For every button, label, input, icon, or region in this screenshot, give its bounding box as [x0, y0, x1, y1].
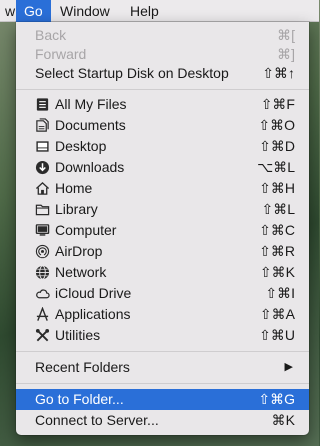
desktop-icon — [34, 139, 50, 154]
menu-item-shortcut: ⇧⌘A — [259, 306, 295, 322]
menu-item-applications[interactable]: Applications ⇧⌘A — [16, 304, 309, 325]
menu-item-label: Home — [55, 180, 93, 196]
menu-item-label: Connect to Server... — [35, 412, 159, 428]
menu-item-downloads[interactable]: Downloads ⌥⌘L — [16, 157, 309, 178]
menu-item-shortcut: ⇧⌘↑ — [262, 65, 295, 81]
home-icon — [34, 181, 50, 196]
documents-icon — [34, 118, 50, 133]
menu-item-label: Desktop — [55, 138, 107, 154]
menu-item-go-to-folder[interactable]: Go to Folder... ⇧⌘G — [16, 389, 309, 410]
menu-item-shortcut: ⌘] — [277, 46, 295, 62]
menu-item-label: Utilities — [55, 327, 101, 343]
menu-item-label: Network — [55, 264, 107, 280]
go-menu: Back ⌘[ Forward ⌘] Select Startup Disk o… — [16, 22, 309, 435]
menu-separator — [16, 89, 309, 90]
icloud-icon — [34, 286, 50, 301]
menu-item-label: Computer — [55, 222, 117, 238]
menu-item-network[interactable]: Network ⇧⌘K — [16, 262, 309, 283]
menu-item-shortcut: ⇧⌘O — [258, 117, 295, 133]
menu-item-shortcut: ⇧⌘R — [259, 243, 295, 259]
airdrop-icon — [34, 244, 50, 259]
menu-item-utilities[interactable]: Utilities ⇧⌘U — [16, 325, 309, 346]
menu-item-label: Recent Folders — [35, 359, 130, 375]
folder-icon — [34, 202, 50, 217]
menu-separator — [16, 351, 309, 352]
menu-item-shortcut: ⌥⌘L — [257, 159, 295, 175]
menu-item-shortcut: ⇧⌘U — [259, 327, 295, 343]
menu-item-forward: Forward ⌘] — [16, 44, 309, 65]
menu-item-home[interactable]: Home ⇧⌘H — [16, 178, 309, 199]
network-icon — [34, 265, 50, 280]
menu-item-shortcut: ⇧⌘D — [259, 138, 295, 154]
menu-bar-item-go[interactable]: Go — [16, 0, 51, 22]
menu-item-shortcut: ⇧⌘H — [259, 180, 295, 196]
submenu-arrow-icon: ▶ — [284, 361, 293, 373]
menu-item-recent-folders[interactable]: Recent Folders ▶ — [16, 357, 309, 378]
menu-item-select-startup-disk[interactable]: Select Startup Disk on Desktop ⇧⌘↑ — [16, 63, 309, 84]
menu-item-shortcut: ⇧⌘L — [261, 201, 295, 217]
menu-item-shortcut: ⌘K — [271, 412, 295, 428]
menu-bar-item-help[interactable]: Help — [122, 0, 167, 22]
menu-item-library[interactable]: Library ⇧⌘L — [16, 199, 309, 220]
menu-item-desktop[interactable]: Desktop ⇧⌘D — [16, 136, 309, 157]
menu-item-all-my-files[interactable]: All My Files ⇧⌘F — [16, 94, 309, 115]
menu-item-shortcut: ⇧⌘C — [259, 222, 295, 238]
menu-item-documents[interactable]: Documents ⇧⌘O — [16, 115, 309, 136]
applications-icon — [34, 307, 50, 322]
menu-bar-item-window[interactable]: Window — [52, 0, 118, 22]
menu-item-label: Go to Folder... — [35, 391, 124, 407]
menu-item-computer[interactable]: Computer ⇧⌘C — [16, 220, 309, 241]
downloads-icon — [34, 160, 50, 175]
menu-item-shortcut: ⌘[ — [277, 27, 295, 43]
computer-icon — [34, 223, 50, 238]
menu-bar: w Go Window Help — [0, 0, 319, 22]
menu-item-back: Back ⌘[ — [16, 25, 309, 46]
menu-item-airdrop[interactable]: AirDrop ⇧⌘R — [16, 241, 309, 262]
menu-item-label: iCloud Drive — [55, 285, 132, 301]
menu-item-label: Select Startup Disk on Desktop — [35, 65, 229, 81]
menu-item-label: Documents — [55, 117, 126, 133]
menu-item-connect-to-server[interactable]: Connect to Server... ⌘K — [16, 410, 309, 431]
menu-item-shortcut: ⇧⌘I — [265, 285, 295, 301]
menu-item-label: All My Files — [55, 96, 127, 112]
menu-item-label: Applications — [55, 306, 131, 322]
menu-item-label: Downloads — [55, 159, 125, 175]
menu-item-icloud-drive[interactable]: iCloud Drive ⇧⌘I — [16, 283, 309, 304]
menu-item-label: AirDrop — [55, 243, 103, 259]
menu-item-shortcut: ⇧⌘G — [258, 391, 295, 407]
menu-item-label: Library — [55, 201, 98, 217]
menu-item-shortcut: ⇧⌘F — [260, 96, 295, 112]
menu-item-shortcut: ⇧⌘K — [259, 264, 295, 280]
menu-separator — [16, 383, 309, 384]
all-files-icon — [34, 97, 50, 112]
utilities-icon — [34, 328, 50, 343]
menu-item-label: Forward — [35, 46, 87, 62]
menu-item-label: Back — [35, 27, 67, 43]
